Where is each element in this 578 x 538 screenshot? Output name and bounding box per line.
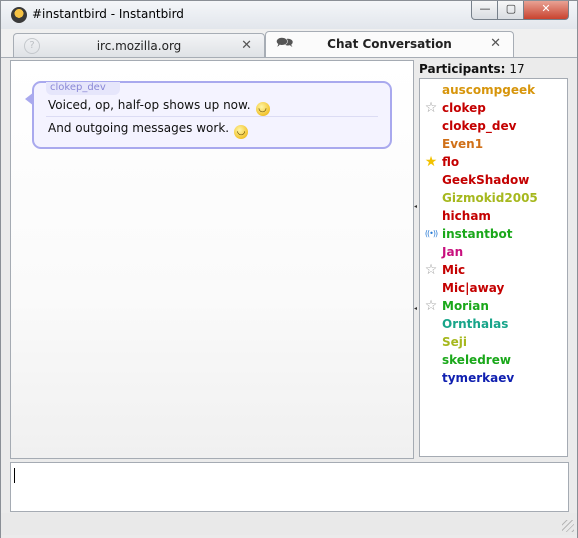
- message-input[interactable]: [10, 462, 569, 512]
- participant-row[interactable]: ☆ Morian: [420, 297, 567, 315]
- participant-name: Gizmokid2005: [442, 191, 538, 205]
- message-line: And outgoing messages work.: [48, 121, 230, 135]
- smiley-icon: ◡: [255, 102, 270, 116]
- message-text: Voiced, op, half-op shows up now. ◡: [48, 98, 270, 116]
- window-title: #instantbird - Instantbird: [32, 7, 184, 21]
- app-window: #instantbird - Instantbird — ▢ ✕ ? irc.m…: [0, 0, 578, 538]
- participant-name: Morian: [442, 299, 489, 313]
- participant-name: Ornthalas: [442, 317, 509, 331]
- participant-name: tymerkaev: [442, 371, 515, 385]
- smiley-icon: ◡: [234, 125, 249, 139]
- participant-row[interactable]: ((•)) instantbot: [420, 225, 567, 243]
- participant-row[interactable]: Jan: [420, 243, 567, 261]
- participant-name: Even1: [442, 137, 484, 151]
- participant-row[interactable]: ☆ clokep: [420, 99, 567, 117]
- participant-row[interactable]: ☆ Mic: [420, 261, 567, 279]
- splitter-grip-icon: ◂: [414, 305, 418, 312]
- chat-log[interactable]: clokep_dev Voiced, op, half-op shows up …: [10, 60, 414, 459]
- tab-irc-mozilla[interactable]: ? irc.mozilla.org ✕: [13, 33, 265, 57]
- half-op-star-icon: ☆: [424, 298, 438, 314]
- participant-name: Jan: [442, 245, 464, 259]
- participant-name: skeledrew: [442, 353, 511, 367]
- participant-name: GeekShadow: [442, 173, 530, 187]
- message-text: And outgoing messages work. ◡: [48, 121, 249, 139]
- tab-bar: ? irc.mozilla.org ✕ 🗪 Chat Conversation …: [1, 31, 577, 57]
- instantbird-logo-icon: [11, 7, 27, 23]
- participant-row[interactable]: Seji: [420, 333, 567, 351]
- message-line: Voiced, op, half-op shows up now.: [48, 98, 251, 112]
- participant-row[interactable]: Gizmokid2005: [420, 189, 567, 207]
- participant-row[interactable]: auscompgeek: [420, 81, 567, 99]
- message-bubble: clokep_dev Voiced, op, half-op shows up …: [25, 81, 392, 149]
- close-window-button[interactable]: ✕: [523, 1, 569, 20]
- text-caret: [14, 468, 15, 483]
- participant-name: Mic: [442, 263, 466, 277]
- title-bar[interactable]: #instantbird - Instantbird — ▢ ✕: [1, 1, 577, 29]
- participant-name: Mic|away: [442, 281, 505, 295]
- half-op-star-icon: ☆: [424, 262, 438, 278]
- op-star-icon: ★: [424, 154, 438, 170]
- status-bar: [1, 513, 577, 535]
- participant-row[interactable]: skeledrew: [420, 351, 567, 369]
- participant-row[interactable]: clokep_dev: [420, 117, 567, 135]
- participant-name: instantbot: [442, 227, 513, 241]
- participant-name: clokep: [442, 101, 486, 115]
- tab-close-button[interactable]: ✕: [490, 36, 501, 51]
- participant-row[interactable]: Ornthalas: [420, 315, 567, 333]
- maximize-button[interactable]: ▢: [497, 1, 525, 20]
- participant-name: auscompgeek: [442, 83, 536, 97]
- participants-count: 17: [509, 62, 525, 76]
- bubble-tail: [25, 92, 34, 106]
- splitter-grip-icon: ◂: [414, 203, 418, 210]
- participant-row[interactable]: tymerkaev: [420, 369, 567, 387]
- participant-row[interactable]: GeekShadow: [420, 171, 567, 189]
- tab-label: Chat Conversation: [327, 37, 452, 51]
- participants-panel: Participants: 17 auscompgeek ☆ clokep cloke…: [419, 58, 568, 457]
- conversation-area: clokep_dev Voiced, op, half-op shows up …: [1, 57, 577, 538]
- splitter[interactable]: ◂ ◂: [414, 60, 418, 457]
- participant-row[interactable]: hicham: [420, 207, 567, 225]
- participants-label: Participants:: [419, 62, 506, 76]
- message-divider: [46, 116, 378, 117]
- half-op-star-icon: ☆: [424, 100, 438, 116]
- tab-label: irc.mozilla.org: [96, 39, 182, 53]
- tab-chat-conversation[interactable]: 🗪 Chat Conversation ✕: [265, 31, 514, 57]
- voice-icon: ((•)): [424, 229, 438, 238]
- tab-close-button[interactable]: ✕: [241, 38, 252, 53]
- participants-header: Participants: 17: [419, 62, 525, 76]
- participant-row[interactable]: ★ flo: [420, 153, 567, 171]
- participant-name: clokep_dev: [442, 119, 517, 133]
- participant-row[interactable]: Mic|away: [420, 279, 567, 297]
- participant-name: hicham: [442, 209, 491, 223]
- participant-row[interactable]: Even1: [420, 135, 567, 153]
- participant-name: flo: [442, 155, 460, 169]
- participants-list[interactable]: auscompgeek ☆ clokep clokep_dev Even1 ★ flo Gee…: [419, 78, 568, 457]
- minimize-button[interactable]: —: [471, 1, 499, 20]
- resize-grip[interactable]: [562, 520, 574, 532]
- participant-name: Seji: [442, 335, 468, 349]
- message-sender: clokep_dev: [46, 82, 120, 95]
